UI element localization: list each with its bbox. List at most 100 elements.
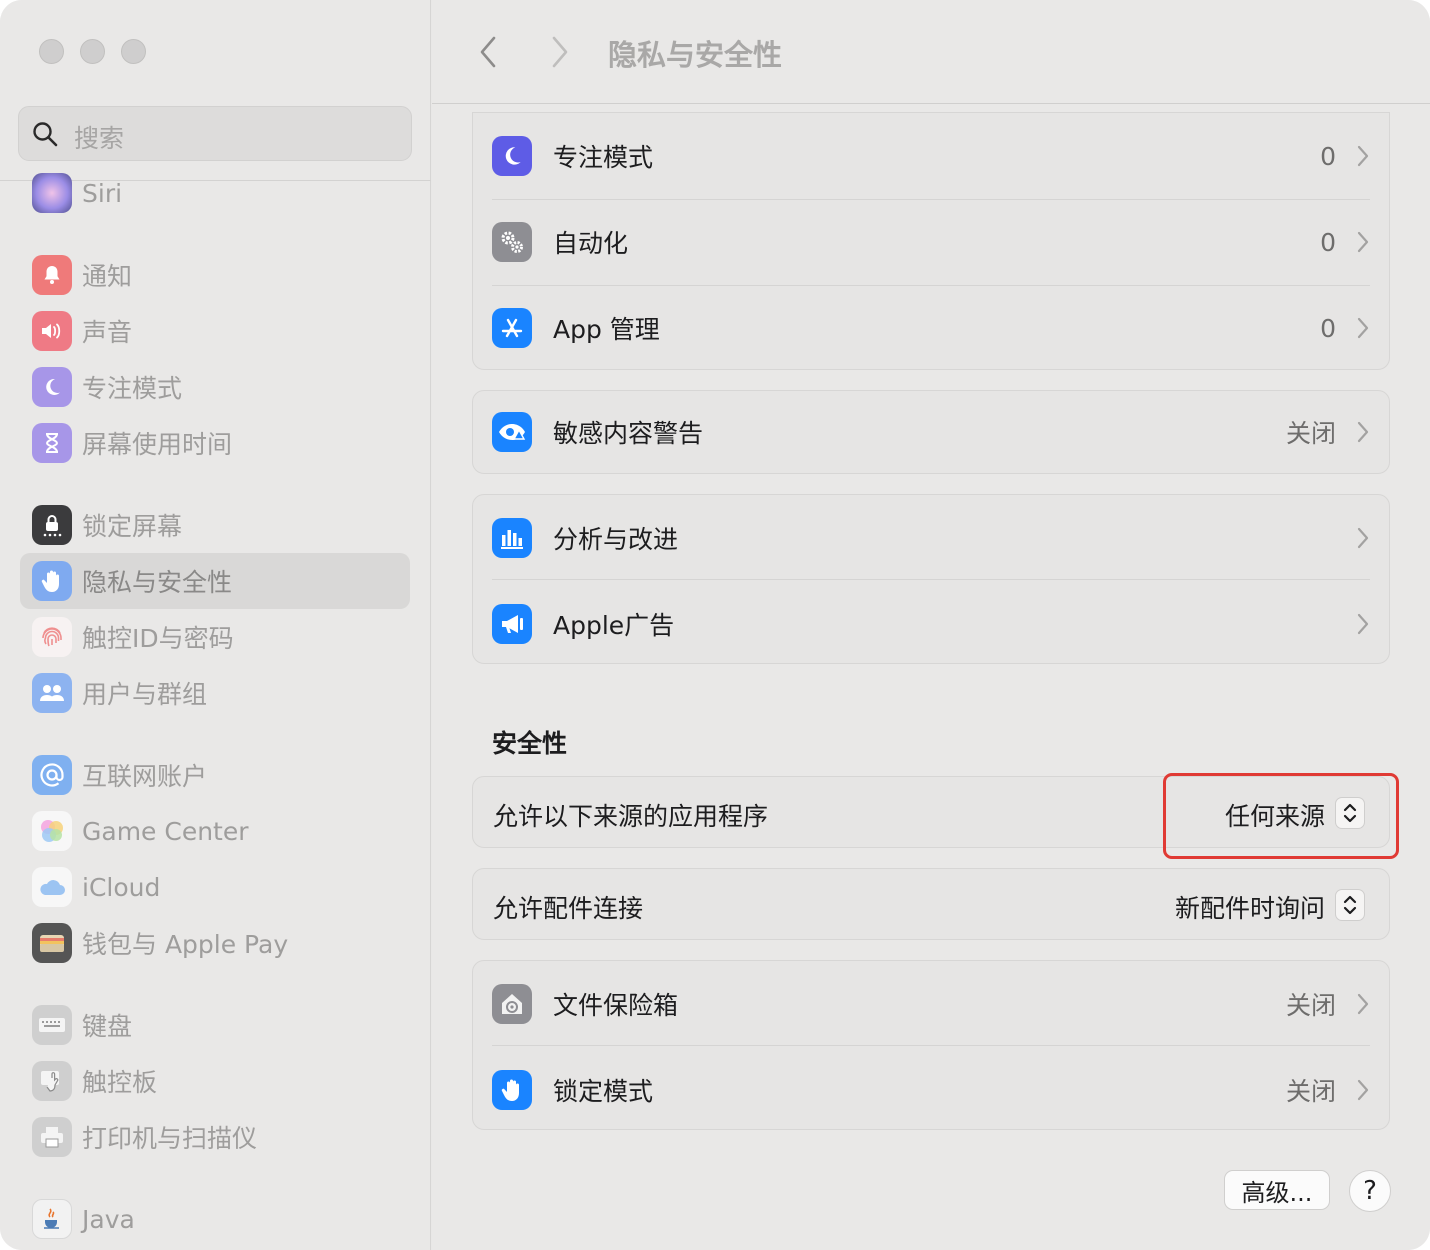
users-icon <box>32 673 72 713</box>
sidebar-item-wallet[interactable]: 钱包与 Apple Pay <box>20 915 410 971</box>
allow-apps-label: 允许以下来源的应用程序 <box>493 802 769 831</box>
allow-accessories-value[interactable]: 新配件时询问 <box>1175 889 1325 925</box>
search-icon <box>32 121 58 151</box>
printer-icon <box>32 1117 72 1157</box>
speaker-icon <box>32 311 72 351</box>
analytics-card: 分析与改进 Apple广告 <box>472 494 1390 664</box>
chevron-right-icon <box>1357 1079 1369 1105</box>
row-value: 0 <box>1320 141 1336 171</box>
row-label: 分析与改进 <box>553 525 679 554</box>
page-title: 隐私与安全性 <box>608 38 783 72</box>
java-icon <box>32 1199 72 1239</box>
security-heading: 安全性 <box>492 729 568 758</box>
search-field[interactable]: 搜索 <box>18 106 412 161</box>
row-analytics[interactable]: 分析与改进 <box>473 495 1389 581</box>
sidebar-item-users-groups[interactable]: 用户与群组 <box>20 665 410 721</box>
gears-icon <box>492 222 532 262</box>
chevron-right-icon <box>1357 421 1369 447</box>
row-focus[interactable]: 专注模式 0 <box>473 113 1389 199</box>
sidebar-item-label: Java <box>82 1204 135 1234</box>
settings-window: 搜索 Siri 通知 声音 专注模式 屏幕使用时间 锁定屏幕 隐私与安全性 触控… <box>0 0 1430 1250</box>
zoom-button[interactable] <box>121 39 146 64</box>
sidebar-item-label: iCloud <box>82 872 161 902</box>
sidebar-item-java[interactable]: Java <box>20 1191 410 1247</box>
help-button[interactable]: ? <box>1349 1170 1391 1212</box>
sensitive-content-card: 敏感内容警告 关闭 <box>472 390 1390 474</box>
row-value: 关闭 <box>1285 1077 1336 1106</box>
chevron-left-icon <box>480 36 496 68</box>
sidebar-item-notifications[interactable]: 通知 <box>20 247 410 303</box>
close-button[interactable] <box>39 39 64 64</box>
sidebar-list: Siri 通知 声音 专注模式 屏幕使用时间 锁定屏幕 隐私与安全性 触控ID与… <box>0 0 431 1250</box>
filevault-card: 文件保险箱 关闭 锁定模式 关闭 <box>472 960 1390 1130</box>
sidebar-item-printers[interactable]: 打印机与扫描仪 <box>20 1109 410 1165</box>
row-label: 专注模式 <box>553 143 654 172</box>
search-placeholder: 搜索 <box>74 124 125 153</box>
at-icon <box>32 755 72 795</box>
minimize-button[interactable] <box>80 39 105 64</box>
row-filevault[interactable]: 文件保险箱 关闭 <box>473 961 1389 1047</box>
advanced-button[interactable]: 高级... <box>1224 1170 1330 1210</box>
allow-apps-row: 允许以下来源的应用程序 任何来源 <box>472 776 1390 848</box>
sidebar-item-game-center[interactable]: Game Center <box>20 803 410 859</box>
row-value: 0 <box>1320 313 1336 343</box>
filevault-icon <box>492 984 532 1024</box>
row-divider <box>492 1045 1370 1046</box>
row-label: 锁定模式 <box>553 1077 654 1106</box>
sidebar-item-label: 互联网账户 <box>82 762 208 791</box>
forward-button[interactable] <box>542 32 578 72</box>
sidebar-item-siri[interactable]: Siri <box>20 165 410 221</box>
permissions-card: 专注模式 0 自动化 0 App 管理 0 <box>472 112 1390 370</box>
allow-accessories-label: 允许配件连接 <box>493 894 644 923</box>
main-pane: 隐私与安全性 专注模式 0 自动化 0 App 管理 0 敏感内容警告 关闭 分… <box>432 0 1430 1250</box>
sidebar-item-focus[interactable]: 专注模式 <box>20 359 410 415</box>
row-app-management[interactable]: App 管理 0 <box>473 285 1389 371</box>
row-automation[interactable]: 自动化 0 <box>473 199 1389 285</box>
hand-icon <box>32 561 72 601</box>
chevron-right-icon <box>1357 613 1369 639</box>
sidebar-item-privacy-security[interactable]: 隐私与安全性 <box>20 553 410 609</box>
row-sensitive-content[interactable]: 敏感内容警告 关闭 <box>473 391 1389 473</box>
moon-icon <box>32 367 72 407</box>
allow-accessories-popup-button[interactable] <box>1335 889 1365 921</box>
eye-warning-icon <box>492 412 532 452</box>
sidebar-item-touch-id[interactable]: 触控ID与密码 <box>20 609 410 665</box>
row-lockdown-mode[interactable]: 锁定模式 关闭 <box>473 1047 1389 1133</box>
sidebar-item-keyboard[interactable]: 键盘 <box>20 997 410 1053</box>
row-value: 关闭 <box>1285 419 1336 448</box>
sidebar-item-label: 声音 <box>82 318 133 347</box>
back-button[interactable] <box>470 32 506 72</box>
moon-icon <box>492 136 532 176</box>
row-divider <box>492 579 1370 580</box>
row-label: 敏感内容警告 <box>553 419 704 448</box>
sidebar-item-label: 屏幕使用时间 <box>82 430 233 459</box>
row-value: 关闭 <box>1285 991 1336 1020</box>
sidebar-item-lock-screen[interactable]: 锁定屏幕 <box>20 497 410 553</box>
toolbar: 隐私与安全性 <box>432 0 1430 104</box>
sidebar-item-label: Game Center <box>82 816 249 846</box>
megaphone-icon <box>492 604 532 644</box>
allow-apps-value[interactable]: 任何来源 <box>1225 797 1325 833</box>
game-center-icon <box>32 811 72 851</box>
sidebar-item-label: 专注模式 <box>82 374 183 403</box>
sidebar-item-icloud[interactable]: iCloud <box>20 859 410 915</box>
wallet-icon <box>32 923 72 963</box>
siri-icon <box>32 173 72 213</box>
sidebar-item-label: 通知 <box>82 262 133 291</box>
cloud-icon <box>32 867 72 907</box>
sidebar-item-label: 锁定屏幕 <box>82 512 183 541</box>
allow-apps-popup-button[interactable] <box>1335 797 1365 829</box>
trackpad-icon <box>32 1061 72 1101</box>
sidebar-item-internet-accounts[interactable]: 互联网账户 <box>20 747 410 803</box>
window-controls <box>39 39 146 64</box>
sidebar-item-label: 用户与群组 <box>82 680 208 709</box>
sidebar-item-label: 触控ID与密码 <box>82 624 234 653</box>
bell-icon <box>32 255 72 295</box>
sidebar-item-sound[interactable]: 声音 <box>20 303 410 359</box>
sidebar-item-trackpad[interactable]: 触控板 <box>20 1053 410 1109</box>
allow-accessories-row: 允许配件连接 新配件时询问 <box>472 868 1390 940</box>
chevron-right-icon <box>552 36 568 68</box>
sidebar: 搜索 Siri 通知 声音 专注模式 屏幕使用时间 锁定屏幕 隐私与安全性 触控… <box>0 0 431 1250</box>
row-apple-ads[interactable]: Apple广告 <box>473 581 1389 667</box>
sidebar-item-screen-time[interactable]: 屏幕使用时间 <box>20 415 410 471</box>
